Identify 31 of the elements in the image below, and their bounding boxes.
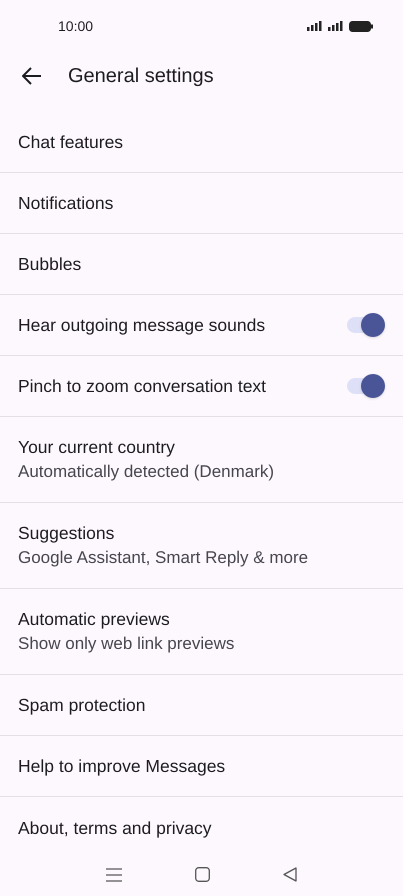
settings-item[interactable]: Notifications (0, 173, 403, 234)
settings-item[interactable]: Your current country Automatically detected (Denmark) (0, 417, 403, 503)
battery-icon (349, 20, 373, 32)
item-title: Pinch to zoom conversation text (18, 375, 268, 398)
settings-item[interactable]: About, terms and privacy (0, 797, 403, 853)
home-icon[interactable] (194, 867, 210, 882)
settings-item[interactable]: Pinch to zoom conversation text (0, 356, 403, 417)
item-title: Chat features (18, 131, 124, 154)
settings-item[interactable]: Bubbles (0, 234, 403, 295)
item-subtitle: Automatically detected (Denmark) (18, 460, 276, 482)
settings-item[interactable]: Spam protection (0, 675, 403, 736)
settings-item[interactable]: Hear outgoing message sounds (0, 295, 403, 356)
settings-item[interactable]: Help to improve Messages (0, 736, 403, 797)
item-title: Spam protection (18, 694, 146, 717)
item-subtitle: Show only web link previews (18, 632, 236, 654)
item-title: Your current country (18, 436, 176, 458)
status-time: 10:00 (58, 16, 94, 36)
item-title: Automatic previews (18, 608, 171, 630)
item-title: Notifications (18, 192, 114, 215)
item-title: Hear outgoing message sounds (18, 314, 266, 337)
item-title: About, terms and privacy (18, 816, 213, 840)
page-title: General settings (68, 64, 214, 89)
settings-item[interactable]: Chat features (0, 112, 403, 173)
item-title: Help to improve Messages (18, 755, 226, 778)
settings-item[interactable]: Automatic previews Show only web link previews (0, 589, 403, 675)
item-title: Suggestions (18, 522, 116, 544)
back-icon[interactable] (282, 867, 297, 882)
menu-icon[interactable] (106, 868, 122, 882)
settings-item[interactable]: Suggestions Google Assistant, Smart Reply & more (0, 503, 403, 589)
item-subtitle: Google Assistant, Smart Reply & more (18, 546, 310, 568)
item-title: Bubbles (18, 253, 82, 276)
